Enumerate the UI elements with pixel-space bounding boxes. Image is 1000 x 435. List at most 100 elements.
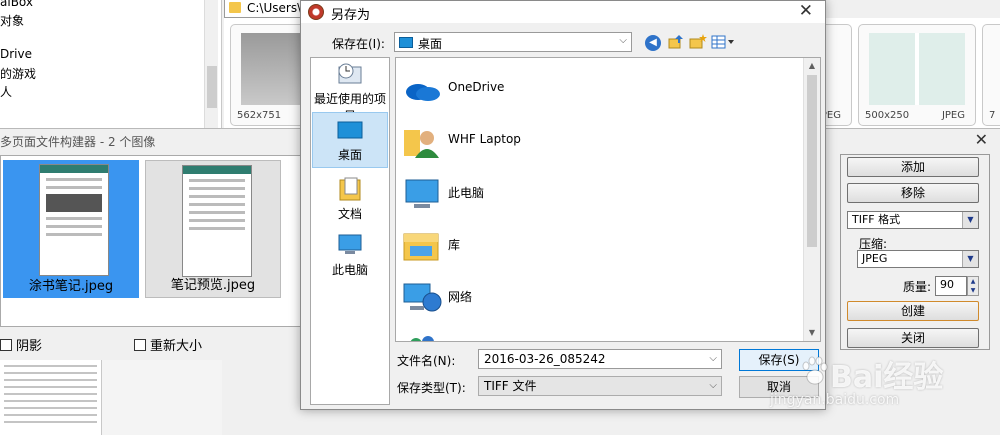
close-button[interactable]: 关闭 <box>847 328 979 348</box>
place-documents[interactable]: 文档 <box>312 176 388 222</box>
compression-select[interactable]: JPEG ▼ <box>857 250 979 268</box>
save-in-value: 桌面 <box>418 37 443 51</box>
chevron-down-icon[interactable]: ▼ <box>962 212 978 228</box>
thumbnail-format: 7 <box>989 110 996 121</box>
builder-options-panel: 添加 移除 TIFF 格式 ▼ 压缩: JPEG ▼ 质量: 90 ▲ ▼ 创建 … <box>840 154 990 350</box>
documents-icon <box>339 177 361 201</box>
filename-value: 2016-03-26_085242 <box>484 352 606 366</box>
place-recent[interactable]: 最近使用的项目 <box>312 61 388 123</box>
thumbnail-card[interactable]: 500x250 JPEG <box>858 24 976 126</box>
tree-item[interactable]: 人 <box>0 83 12 100</box>
dialog-title: 另存为 <box>331 8 371 23</box>
dialog-titlebar: 另存为 ✕ <box>301 1 825 23</box>
resize-checkbox[interactable]: 重新大小 <box>134 335 202 354</box>
format-value: TIFF 格式 <box>852 213 901 226</box>
page-thumbnail <box>39 164 109 276</box>
page-list[interactable]: 涂书笔记.jpeg 笔记预览.jpeg <box>0 155 304 327</box>
thumbnail-image <box>869 33 965 105</box>
builder-close-icon[interactable]: ✕ <box>975 130 988 149</box>
filename-input[interactable]: 2016-03-26_085242 ⌵ <box>478 349 722 369</box>
filetype-value: TIFF 文件 <box>484 379 537 393</box>
tree-scrollbar[interactable] <box>204 0 218 130</box>
folder-tree-panel: alBox 对象 Drive 的游戏 人 <box>0 0 222 130</box>
close-icon[interactable]: ✕ <box>799 1 813 21</box>
cancel-button[interactable]: 取消 <box>739 376 819 398</box>
folder-icon <box>229 2 241 13</box>
builder-title: 多页面文件构建器 - 2 个图像 <box>0 135 156 149</box>
file-list[interactable]: OneDrive WHF Laptop 此电脑 库 网络 ▲ ▼ <box>395 57 821 342</box>
chevron-down-icon[interactable]: ⌵ <box>709 377 717 395</box>
new-folder-icon[interactable] <box>689 33 707 51</box>
create-button[interactable]: 创建 <box>847 301 979 321</box>
view-menu-icon[interactable] <box>711 33 737 51</box>
shadow-checkbox[interactable]: 阴影 <box>0 335 42 354</box>
save-as-dialog: 另存为 ✕ 保存在(I): 桌面 ⌵ ◀ 最近使用的项目 桌面 文档 此电脑 <box>300 0 826 410</box>
list-item[interactable] <box>402 326 802 341</box>
desktop-icon <box>399 37 413 48</box>
preview-background <box>102 360 222 435</box>
back-icon[interactable]: ◀ <box>645 35 661 51</box>
app-icon <box>308 4 324 20</box>
file-name: 此电脑 <box>448 186 485 200</box>
scrollbar-thumb[interactable] <box>807 75 817 247</box>
tree-item[interactable]: Drive <box>0 47 32 61</box>
resize-label: 重新大小 <box>150 339 203 354</box>
place-label: 桌面 <box>337 148 362 162</box>
page-thumbnail <box>182 165 252 277</box>
library-icon <box>403 233 439 261</box>
compression-value: JPEG <box>862 252 888 265</box>
list-item[interactable]: OneDrive <box>402 66 802 112</box>
up-folder-icon[interactable] <box>667 33 685 51</box>
tree-item[interactable]: alBox <box>0 0 33 9</box>
user-folder-icon <box>404 130 439 158</box>
add-button[interactable]: 添加 <box>847 157 979 177</box>
chevron-down-icon[interactable]: ⌵ <box>709 350 717 368</box>
thumbnail-card[interactable]: 7 <box>982 24 1000 126</box>
filetype-label: 保存类型(T): <box>397 381 466 395</box>
chevron-down-icon[interactable]: ▼ <box>962 251 978 267</box>
homegroup-icon <box>410 336 434 341</box>
scroll-up-icon[interactable]: ▲ <box>804 58 820 74</box>
save-in-select[interactable]: 桌面 ⌵ <box>394 32 632 52</box>
scrollbar-thumb[interactable] <box>207 66 217 108</box>
save-button[interactable]: 保存(S) <box>739 349 819 371</box>
file-name: 网络 <box>448 290 473 304</box>
page-name: 涂书笔记.jpeg <box>28 279 114 294</box>
tree-item[interactable]: 的游戏 <box>0 65 36 82</box>
network-icon <box>403 283 442 312</box>
list-item[interactable]: 网络 <box>402 274 802 320</box>
filetype-select[interactable]: TIFF 文件 ⌵ <box>478 376 722 396</box>
list-item[interactable]: 此电脑 <box>402 170 802 216</box>
computer-icon <box>405 179 439 208</box>
place-desktop[interactable]: 桌面 <box>312 112 388 168</box>
page-tile-selected[interactable]: 涂书笔记.jpeg <box>3 160 139 298</box>
thumbnail-size: 500x250 <box>865 110 910 121</box>
file-name: WHF Laptop <box>448 132 521 146</box>
page-tile[interactable]: 笔记预览.jpeg <box>145 160 281 298</box>
quality-input[interactable]: 90 <box>935 276 967 296</box>
recent-items-icon <box>338 63 362 84</box>
file-name: OneDrive <box>448 80 505 94</box>
scroll-down-icon[interactable]: ▼ <box>804 325 820 341</box>
place-this-pc[interactable]: 此电脑 <box>312 232 388 278</box>
document-preview <box>0 360 102 435</box>
list-item[interactable]: 库 <box>402 222 802 268</box>
onedrive-icon <box>406 84 440 101</box>
filename-label: 文件名(N): <box>397 354 456 368</box>
list-item[interactable]: WHF Laptop <box>402 118 802 164</box>
remove-button[interactable]: 移除 <box>847 183 979 203</box>
chevron-down-icon[interactable]: ⌵ <box>619 35 627 46</box>
quality-label: 质量: <box>903 280 932 294</box>
thumbnail-format: JPEG <box>941 110 965 121</box>
checkbox-box[interactable] <box>134 338 146 351</box>
file-name: 库 <box>448 238 461 252</box>
page-name: 笔记预览.jpeg <box>170 278 256 293</box>
place-label: 文档 <box>337 207 362 221</box>
format-select[interactable]: TIFF 格式 ▼ <box>847 211 979 229</box>
checkbox-box[interactable] <box>0 338 12 351</box>
places-bar: 最近使用的项目 桌面 文档 此电脑 <box>310 57 390 405</box>
tree-item[interactable]: 对象 <box>0 12 24 29</box>
quality-spinner[interactable]: ▲ ▼ <box>967 276 979 296</box>
thumbnail-size: 562x751 <box>237 110 282 121</box>
file-list-scrollbar[interactable]: ▲ ▼ <box>803 58 820 341</box>
